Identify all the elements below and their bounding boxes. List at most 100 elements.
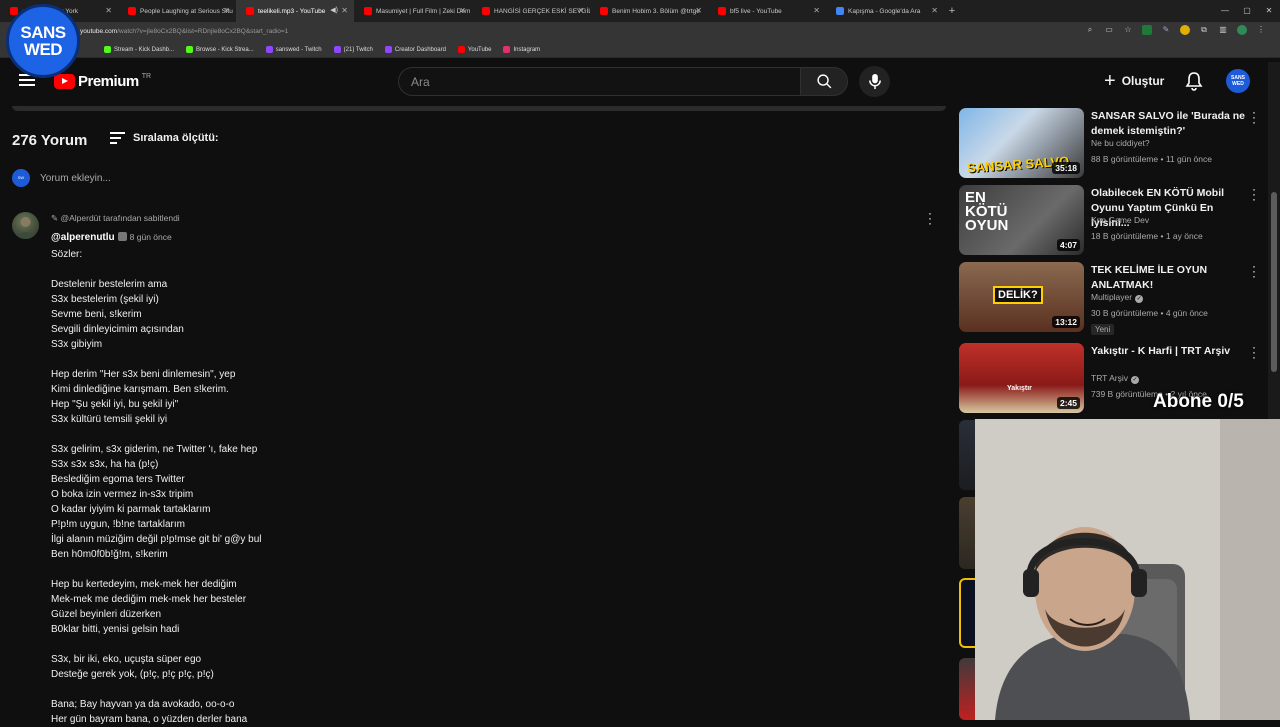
comment-line: Hep derim "Her s3x beni dinlemesin", yep: [51, 369, 236, 380]
maximize-icon[interactable]: ▢: [1236, 0, 1258, 22]
close-tab-icon[interactable]: ✕: [813, 6, 820, 15]
add-comment-row[interactable]: SW Yorum ekleyin...: [12, 169, 111, 187]
recommendation-thumbnail[interactable]: EN KÖTÜ OYUN 4:07: [959, 185, 1084, 255]
browser-tab[interactable]: People Laughing at Serious Situ ✕: [118, 0, 236, 22]
verified-icon: ✓: [1135, 295, 1144, 303]
recommendation-thumbnail[interactable]: DELİK? 13:12: [959, 262, 1084, 332]
notifications-bell-icon[interactable]: [1185, 71, 1203, 91]
recommendation-channel[interactable]: Multiplayer ✓: [1091, 292, 1144, 303]
plus-icon: +: [1104, 70, 1116, 92]
search-box: [398, 67, 800, 96]
browser-tab[interactable]: Masumiyet | Full Film | Zeki Dem ✕: [354, 0, 472, 22]
sort-button[interactable]: Sıralama ölçütü:: [110, 132, 219, 144]
browser-tab[interactable]: Kapışma - Google'da Ara ✕: [826, 0, 944, 22]
recommendation-thumbnail[interactable]: Yakıştır 2:45: [959, 343, 1084, 413]
bookmark-favicon-icon: [384, 46, 392, 53]
extension-icon[interactable]: [1142, 25, 1152, 35]
bookmark-item[interactable]: Browse - Kick Strea...: [186, 46, 254, 53]
close-tab-icon[interactable]: ✕: [341, 6, 348, 15]
comment-age[interactable]: 8 gün önce: [130, 232, 172, 242]
comment-line: S3x s3x s3x, ha ha (p!ç): [51, 459, 159, 470]
browser-tab[interactable]: teelikeli.mp3 - YouTube ◀) ✕: [236, 0, 354, 22]
recommendation-channel[interactable]: Knn Game Dev: [1091, 215, 1149, 225]
puzzle-icon[interactable]: ⧉: [1199, 25, 1209, 35]
recommendation-title[interactable]: TEK KELİME İLE OYUN ANLATMAK!: [1091, 263, 1251, 293]
minimize-icon[interactable]: —: [1214, 0, 1236, 22]
bookmark-item[interactable]: Creator Dashboard: [384, 46, 446, 53]
comment-line: [51, 682, 651, 697]
youtube-logo[interactable]: Premium TR: [54, 73, 151, 90]
bookmark-label: Stream - Kick Dashb...: [114, 46, 175, 53]
menu-icon[interactable]: ⋮: [1256, 25, 1266, 35]
tab-favicon-icon: [128, 7, 136, 15]
close-tab-icon[interactable]: ✕: [577, 6, 584, 15]
recommendation-channel[interactable]: Ne bu ciddiyet?: [1091, 138, 1150, 148]
add-comment-input[interactable]: Yorum ekleyin...: [40, 173, 111, 184]
more-options-icon[interactable]: · · ·: [1252, 106, 1256, 128]
account-avatar[interactable]: SANS WED: [1226, 69, 1250, 93]
bookmark-item[interactable]: Stream - Kick Dashb...: [104, 46, 174, 53]
sort-icon: [110, 132, 125, 144]
close-window-icon[interactable]: ✕: [1258, 0, 1280, 22]
close-tab-icon[interactable]: ✕: [931, 6, 938, 15]
webcam-overlay: [975, 419, 1280, 720]
pinned-label: ✎ @Alperdüt tarafından sabitlendi: [51, 213, 180, 223]
recommendation-channel[interactable]: TRT Arşiv ✓: [1091, 373, 1139, 384]
tab-favicon-icon: [718, 7, 726, 15]
voice-search-button[interactable]: [859, 66, 890, 97]
browser-tab[interactable]: HANGİSİ GERÇEK ESKİ SEVGİLİ ✕: [472, 0, 590, 22]
extension-icon[interactable]: ✎: [1161, 25, 1171, 35]
comment-line: S3x gibiyim: [51, 339, 103, 350]
sidebar-icon[interactable]: ▥: [1218, 25, 1228, 35]
bookmark-item[interactable]: Instagram: [503, 46, 540, 53]
tab-title: Benim Hobim 3. Bölüm @trtge: [612, 7, 700, 15]
tab-favicon-icon: [600, 7, 608, 15]
extension-icon[interactable]: [1237, 25, 1247, 35]
search-input[interactable]: [399, 68, 779, 95]
bookmark-label: Instagram: [513, 46, 541, 53]
search-icon[interactable]: ⌕: [1085, 25, 1095, 35]
close-tab-icon[interactable]: ✕: [459, 6, 466, 15]
video-duration: 2:45: [1056, 397, 1080, 409]
bookmark-item[interactable]: sanswed - Twitch: [265, 46, 322, 53]
new-tab-icon[interactable]: +: [944, 5, 960, 17]
browser-tab[interactable]: bf5 live - YouTube ✕: [708, 0, 826, 22]
thumbnail-text: EN KÖTÜ OYUN: [965, 189, 1009, 234]
search-button[interactable]: [800, 67, 848, 96]
comment-menu-icon[interactable]: · · ·: [928, 207, 932, 229]
bookmarks-bar: Stream - Kick Dashb... Browse - Kick Stre…: [0, 42, 1280, 58]
sort-label: Sıralama ölçütü:: [133, 132, 219, 144]
speaker-icon[interactable]: ◀): [330, 6, 338, 14]
star-icon[interactable]: ☆: [1123, 25, 1133, 35]
more-options-icon[interactable]: · · ·: [1252, 183, 1256, 205]
create-button[interactable]: + Oluştur: [1104, 70, 1164, 92]
close-tab-icon[interactable]: ✕: [105, 6, 112, 15]
bookmark-item[interactable]: YouTube: [457, 46, 491, 53]
recommendation-card[interactable]: SANSAR SALVO 35:18 SANSAR SALVO ile 'Bur…: [959, 106, 1264, 180]
youtube-play-icon: [54, 74, 75, 89]
recommendation-card[interactable]: EN KÖTÜ OYUN 4:07 Olabilecek EN KÖTÜ Mob…: [959, 183, 1264, 257]
author-handle[interactable]: @alperenutlu: [51, 232, 115, 243]
recommendation-meta: 18 B görüntüleme • 1 ay önce: [1091, 231, 1203, 241]
recommendation-title[interactable]: SANSAR SALVO ile 'Burada ne demek istemi…: [1091, 109, 1251, 139]
video-duration: 35:18: [1052, 162, 1080, 174]
more-options-icon[interactable]: · · ·: [1252, 260, 1256, 282]
comment-count: 276 Yorum: [12, 132, 88, 149]
url-field[interactable]: youtube.com/watch?v=jIe8oCx2BQ&list=RDnj…: [80, 25, 1080, 39]
extension-icon[interactable]: [1180, 25, 1190, 35]
comment-line: Ben h0m0f0b!ğ!m, s!kerim: [51, 549, 168, 560]
recommendation-title[interactable]: Yakıştır - K Harfi | TRT Arşiv: [1091, 344, 1251, 359]
browser-tab[interactable]: Benim Hobim 3. Bölüm @trtge ✕: [590, 0, 708, 22]
cast-icon[interactable]: ▭: [1104, 25, 1114, 35]
scrollbar-thumb[interactable]: [1271, 192, 1277, 372]
close-tab-icon[interactable]: ✕: [223, 6, 230, 15]
recommendation-card[interactable]: DELİK? 13:12 TEK KELİME İLE OYUN ANLATMA…: [959, 260, 1264, 335]
region-label: TR: [141, 73, 152, 80]
more-options-icon[interactable]: · · ·: [1252, 341, 1256, 363]
recommendation-thumbnail[interactable]: SANSAR SALVO 35:18: [959, 108, 1084, 178]
commenter-avatar[interactable]: [12, 212, 39, 239]
comment-line: [51, 562, 651, 577]
close-tab-icon[interactable]: ✕: [695, 6, 702, 15]
bookmark-item[interactable]: (21) Twitch: [333, 46, 373, 53]
comment-line: Sevme beni, s!kerim: [51, 309, 142, 320]
